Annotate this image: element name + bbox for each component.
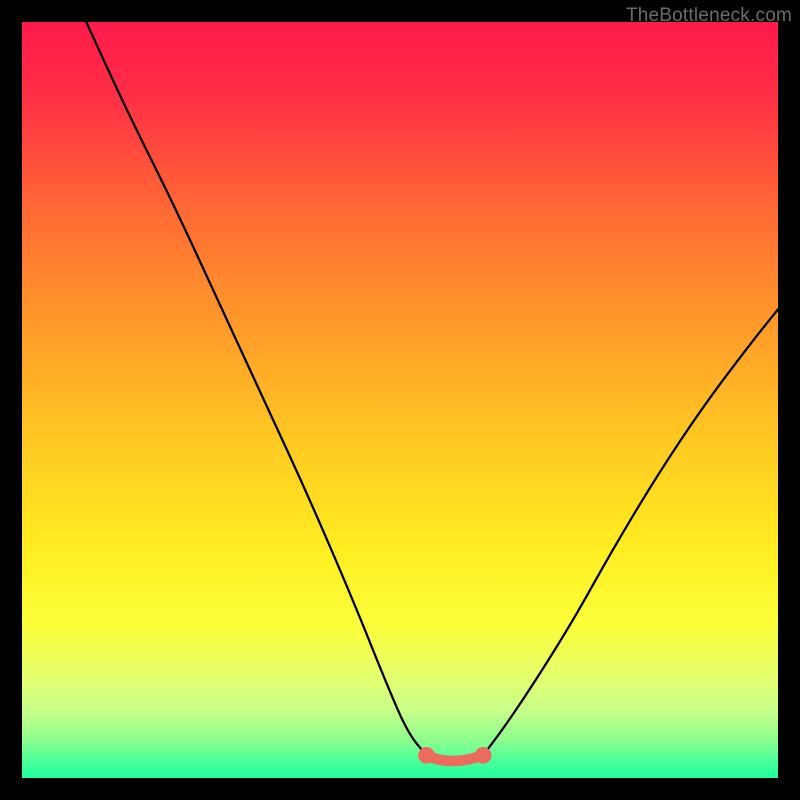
background-gradient [22,22,778,778]
plot-area [22,22,778,778]
chart-frame: TheBottleneck.com [0,0,800,800]
watermark-text: TheBottleneck.com [626,5,792,27]
